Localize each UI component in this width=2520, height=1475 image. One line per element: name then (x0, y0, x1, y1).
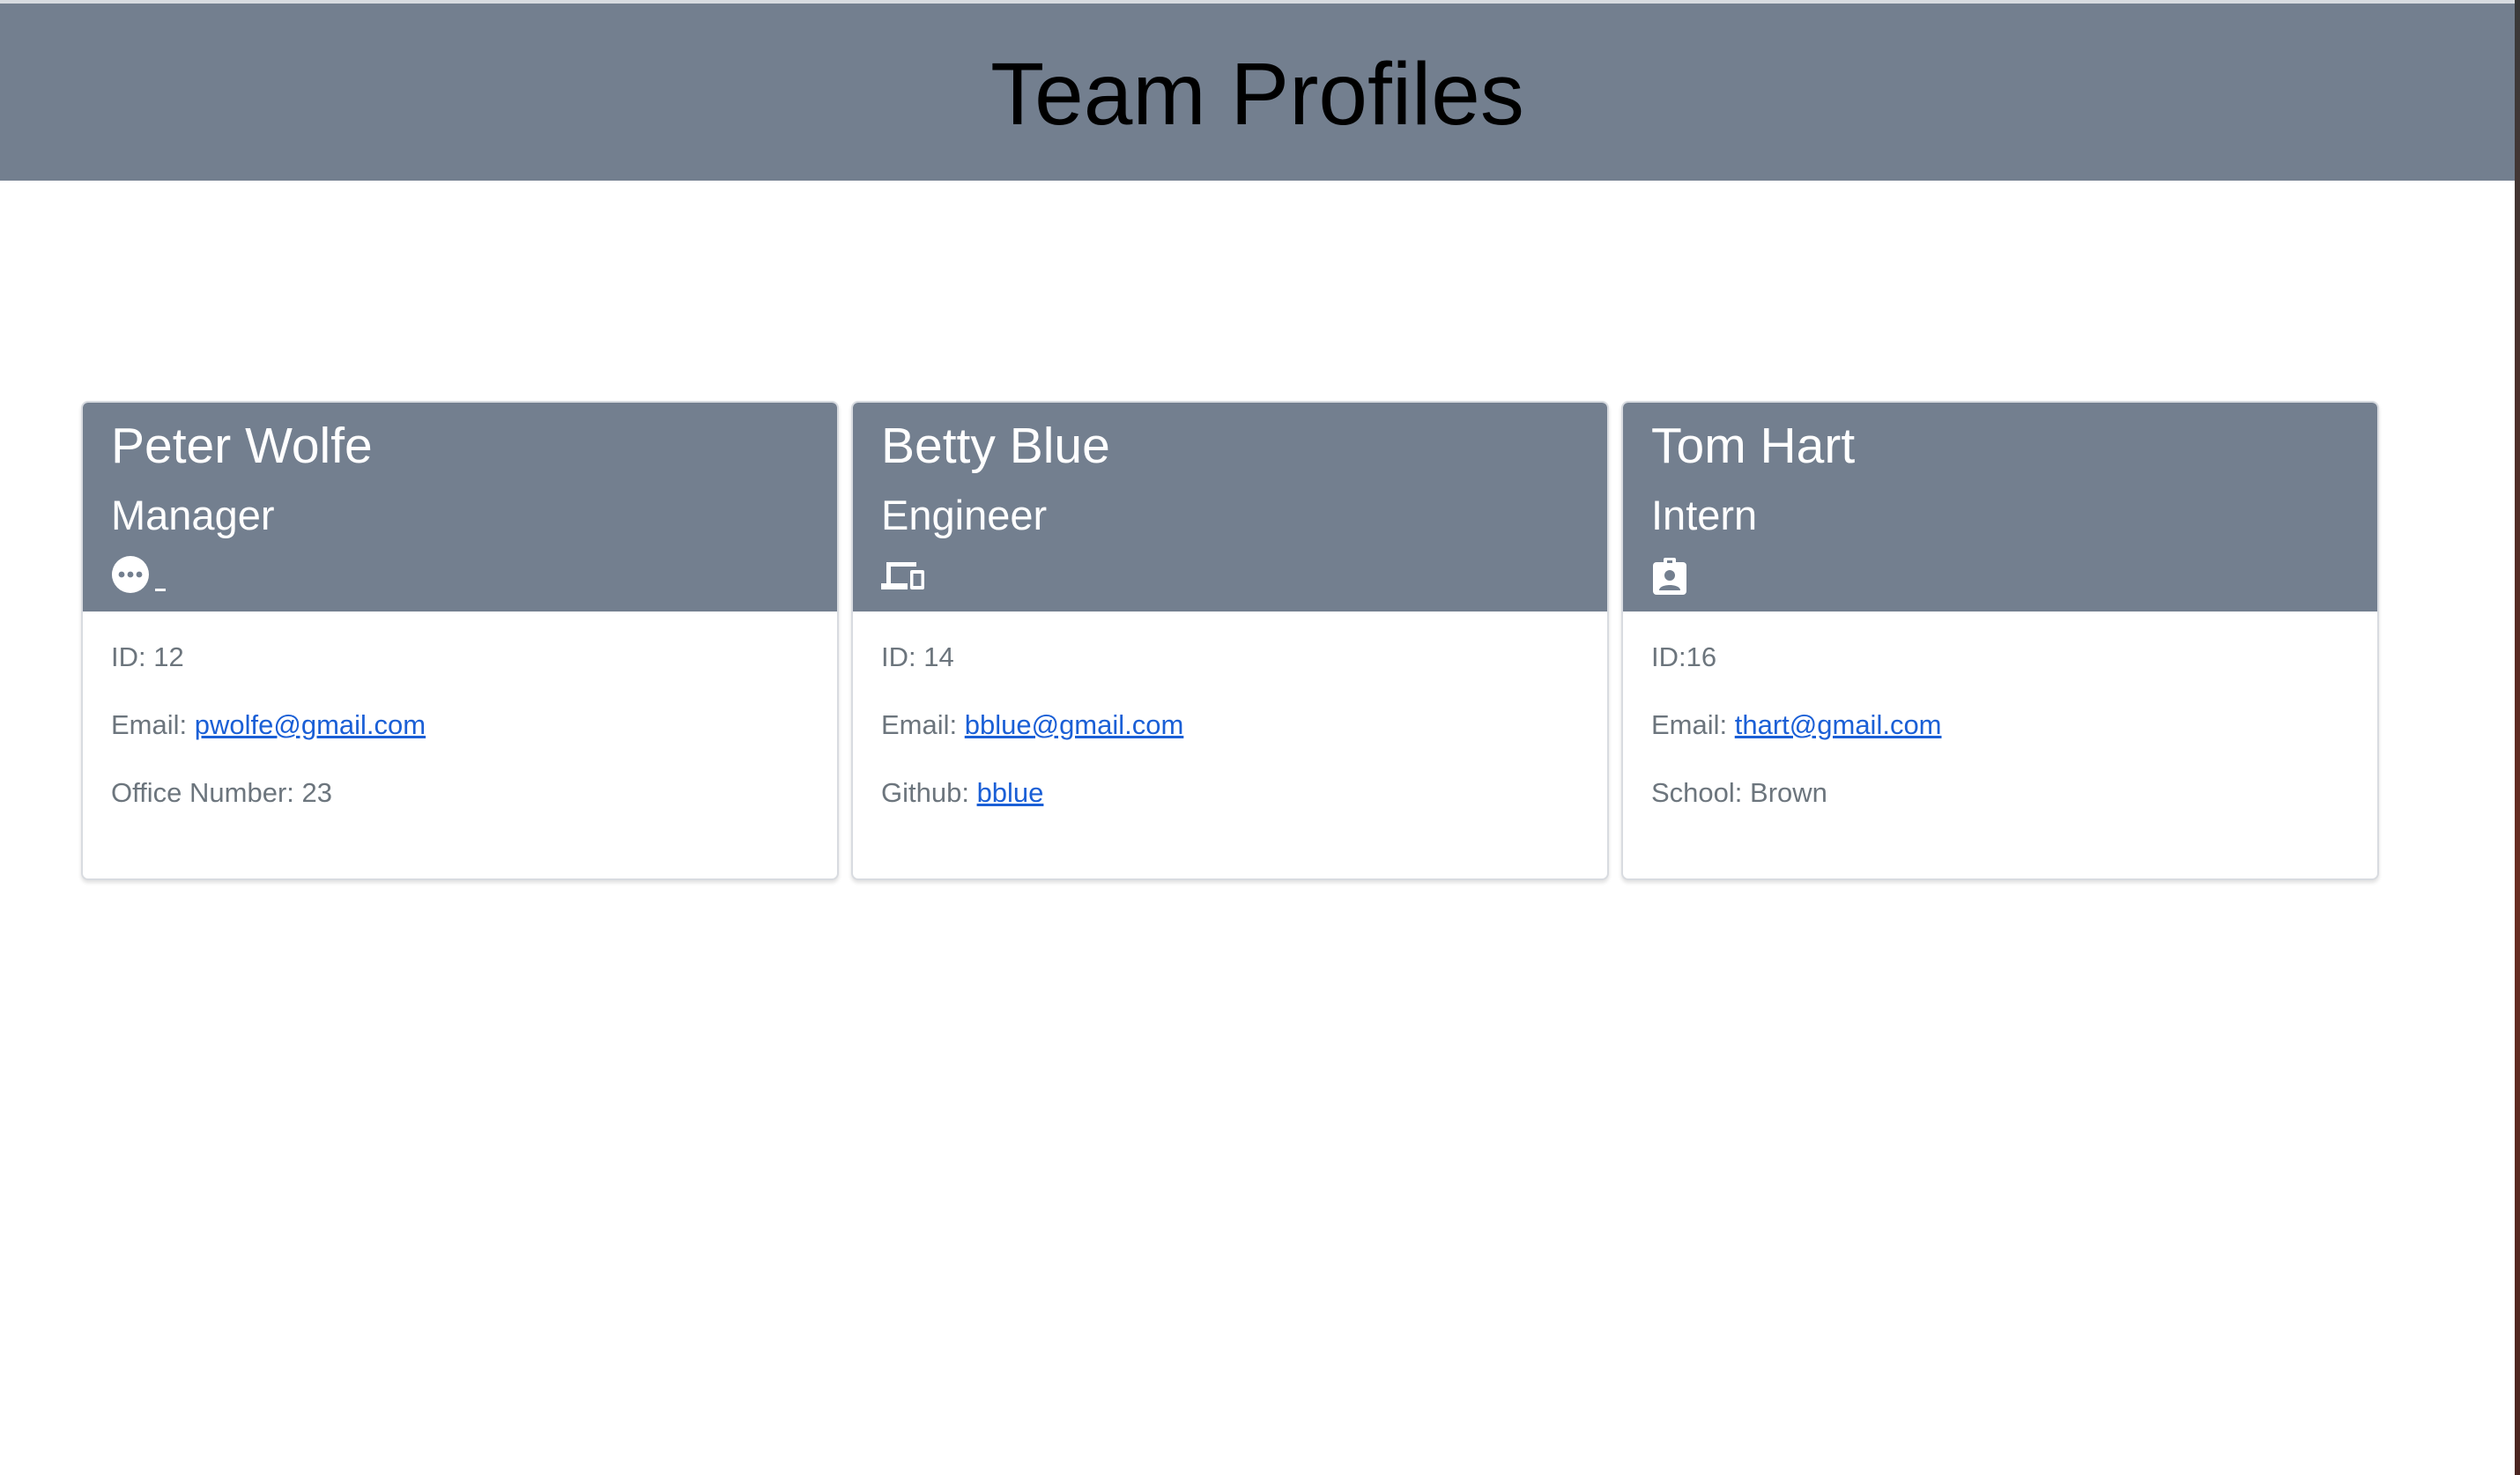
id-badge-icon (1651, 557, 1688, 600)
page-header: Team Profiles (0, 4, 2515, 181)
email-link[interactable]: bblue@gmail.com (965, 709, 1184, 740)
window-edge (2515, 0, 2520, 1475)
team-cards: Peter Wolfe Manager ID: 12 Email: pwolfe… (81, 401, 2383, 882)
office-label: Office Number: (111, 777, 302, 808)
employee-card-intern: Tom Hart Intern ID:16 Email: thart@gmail… (1621, 401, 2379, 880)
employee-role: Manager (111, 492, 275, 538)
email-link[interactable]: thart@gmail.com (1735, 709, 1942, 740)
email-label: Email: (111, 709, 195, 740)
card-body: ID: 14 Email: bblue@gmail.com Github: bb… (853, 611, 1607, 806)
employee-name: Peter Wolfe (111, 418, 373, 474)
devices-icon (881, 559, 925, 598)
employee-github-row: Github: bblue (881, 779, 1579, 806)
card-header: Tom Hart Intern (1623, 403, 2377, 611)
office-number: 23 (301, 777, 332, 808)
employee-id: ID: 12 (111, 641, 184, 672)
employee-id: ID: 14 (881, 641, 954, 672)
school-name: Brown (1750, 777, 1827, 808)
employee-name: Betty Blue (881, 418, 1110, 474)
employee-email-row: Email: bblue@gmail.com (881, 711, 1579, 738)
coffee-mug-icon (111, 555, 169, 602)
card-body: ID:16 Email: thart@gmail.com School: Bro… (1623, 611, 2377, 806)
employee-role: Intern (1651, 492, 1758, 538)
employee-id: ID:16 (1651, 641, 1717, 672)
employee-name: Tom Hart (1651, 418, 1856, 474)
school-label: School: (1651, 777, 1751, 808)
github-label: Github: (881, 777, 977, 808)
email-label: Email: (881, 709, 965, 740)
card-header: Betty Blue Engineer (853, 403, 1607, 611)
employee-email-row: Email: pwolfe@gmail.com (111, 711, 809, 738)
card-header: Peter Wolfe Manager (83, 403, 837, 611)
email-link[interactable]: pwolfe@gmail.com (195, 709, 426, 740)
employee-card-manager: Peter Wolfe Manager ID: 12 Email: pwolfe… (81, 401, 839, 880)
employee-school-row: School: Brown (1651, 779, 2349, 806)
employee-card-engineer: Betty Blue Engineer ID: 14 Email: bblue@… (851, 401, 1609, 880)
page-title: Team Profiles (990, 44, 1524, 144)
employee-role: Engineer (881, 492, 1048, 538)
employee-office-row: Office Number: 23 (111, 779, 809, 806)
page: Team Profiles Peter Wolfe Manager ID: 12… (0, 0, 2520, 1475)
employee-email-row: Email: thart@gmail.com (1651, 711, 2349, 738)
email-label: Email: (1651, 709, 1735, 740)
github-link[interactable]: bblue (977, 777, 1044, 808)
card-body: ID: 12 Email: pwolfe@gmail.com Office Nu… (83, 611, 837, 806)
